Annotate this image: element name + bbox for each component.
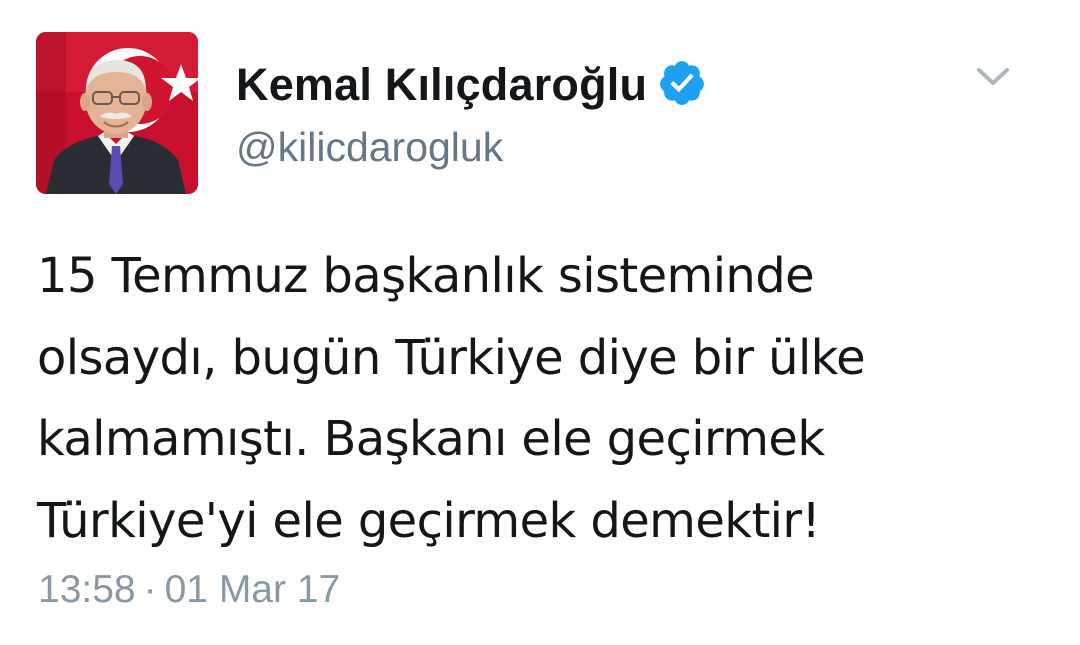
tweet-text-line: kalmamıştı. Başkanı ele geçirmek bbox=[37, 411, 825, 467]
tweet-text-line: olsaydı, bugün Türkiye diye bir ülke bbox=[37, 329, 866, 386]
display-name[interactable]: Kemal Kılıçdaroğlu bbox=[236, 59, 647, 111]
tweet-timestamp[interactable]: 13:58 · 01 Mar 17 bbox=[38, 568, 340, 612]
meta-separator: · bbox=[143, 568, 157, 611]
tweet-text-line: Türkiye'yi ele geçirmek demektir! bbox=[37, 492, 821, 549]
author-name[interactable]: Kemal Kılıçdaroğlu bbox=[236, 52, 707, 118]
author-handle[interactable]: @kilicdarogluk bbox=[236, 124, 503, 171]
tweet-time: 13:58 bbox=[38, 568, 136, 611]
tweet-text-line: 15 Temmuz başkanlık sisteminde bbox=[37, 248, 815, 304]
chevron-down-icon bbox=[977, 68, 1009, 85]
profile-photo bbox=[36, 32, 198, 194]
verified-badge-icon bbox=[657, 58, 707, 108]
tweet-text: 15 Temmuz başkanlık sisteminde olsaydı, … bbox=[37, 236, 1047, 562]
tweet-date: 01 Mar 17 bbox=[164, 568, 341, 611]
tweet-menu-button[interactable] bbox=[970, 56, 1016, 98]
avatar[interactable] bbox=[36, 32, 198, 194]
